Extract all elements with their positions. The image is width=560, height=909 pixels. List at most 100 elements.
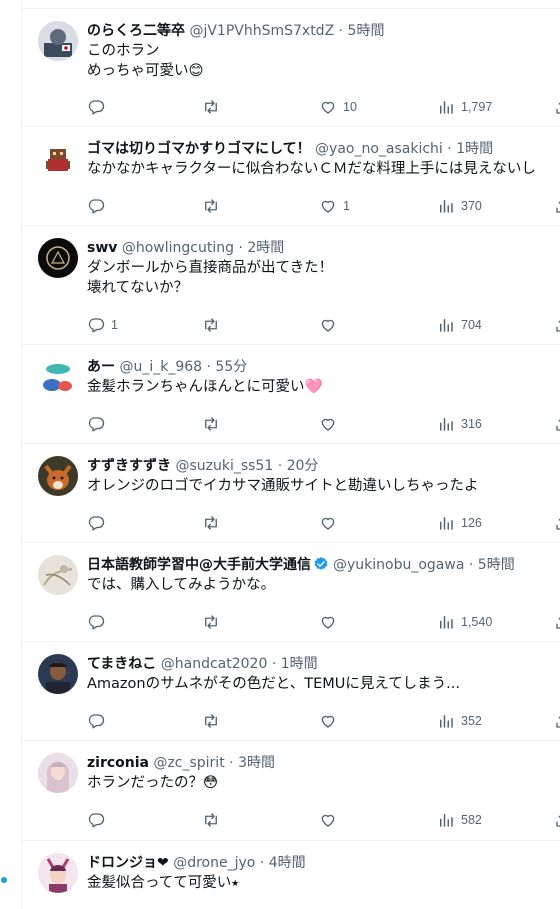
timestamp[interactable]: 20分 [287, 458, 319, 474]
tweet[interactable]: すずきすずき @suzuki_ss51 · 20分 オレンジのロゴでイカサマ通販… [22, 444, 560, 543]
views-button[interactable]: 582 [437, 810, 482, 830]
tweet[interactable]: ドロンジョ❤ @drone_jyo · 4時間 金髪似合ってて可愛い⭑ [22, 841, 560, 909]
user-handle[interactable]: @yukinobu_ogawa [333, 557, 464, 573]
display-name[interactable]: すずきすずき [87, 458, 171, 474]
avatar[interactable] [38, 238, 78, 278]
tweet[interactable]: あー @u_i_k_968 · 55分 金髪ホランちゃんほんとに可愛い🩷 316 [22, 345, 560, 444]
timestamp[interactable]: 5時間 [348, 23, 385, 39]
retweet-button[interactable] [202, 97, 226, 117]
reply-button[interactable]: 1 [87, 315, 118, 335]
retweet-icon [205, 615, 217, 629]
tweet[interactable]: ゴマは切りゴマかすりゴマにして！ @yao_no_asakichi · 1時間 … [22, 127, 560, 226]
share-button[interactable] [554, 810, 560, 830]
views-button[interactable]: 126 [437, 513, 482, 533]
share-button[interactable] [554, 711, 560, 731]
user-handle[interactable]: @yao_no_asakichi [315, 141, 443, 157]
avatar[interactable] [38, 555, 78, 595]
avatar[interactable] [38, 139, 78, 179]
reply-feed: のらくろ二等卒 @jV1PVhhSmS7xtdZ · 5時間 このホラン めっち… [22, 0, 560, 909]
views-button[interactable]: 1,540 [437, 612, 492, 632]
like-button[interactable] [319, 315, 343, 335]
display-name[interactable]: のらくろ二等卒 [87, 23, 185, 39]
views-button[interactable]: 352 [437, 711, 482, 731]
timestamp[interactable]: 3時間 [238, 755, 275, 771]
user-handle[interactable]: @howlingcuting [122, 240, 234, 256]
tweet[interactable]: てまきねこ @handcat2020 · 1時間 Amazonのサムネがその色だ… [22, 642, 560, 741]
retweet-button[interactable] [202, 414, 226, 434]
timestamp[interactable]: 5時間 [478, 557, 515, 573]
avatar[interactable] [38, 853, 78, 893]
reply-button[interactable] [87, 196, 111, 216]
user-handle[interactable]: @handcat2020 [161, 656, 268, 672]
user-handle[interactable]: @u_i_k_968 [119, 359, 202, 375]
views-button[interactable]: 370 [437, 196, 482, 216]
retweet-button[interactable] [202, 196, 226, 216]
avatar[interactable] [38, 357, 78, 397]
action-bar: 582 [87, 810, 560, 830]
views-button[interactable]: 1,797 [437, 97, 492, 117]
views-button[interactable]: 704 [437, 315, 482, 335]
retweet-button[interactable] [202, 810, 226, 830]
display-name[interactable]: zirconia [87, 755, 149, 771]
views-icon [440, 200, 453, 213]
reply-button[interactable] [87, 612, 111, 632]
retweet-button[interactable] [202, 612, 226, 632]
like-button[interactable] [319, 612, 343, 632]
share-button[interactable] [554, 315, 560, 335]
retweet-button[interactable] [202, 711, 226, 731]
display-name[interactable]: 日本語教師学習中@大手前大学通信 [87, 557, 311, 573]
reply-icon [88, 714, 105, 729]
share-button[interactable] [554, 97, 560, 117]
tweet[interactable]: zirconia @zc_spirit · 3時間 ホランだったの？😳 582 [22, 741, 560, 841]
avatar[interactable] [38, 21, 78, 61]
display-name[interactable]: swv [87, 240, 117, 256]
like-button[interactable] [319, 711, 343, 731]
tweet[interactable]: のらくろ二等卒 @jV1PVhhSmS7xtdZ · 5時間 このホラン めっち… [22, 9, 560, 127]
timestamp[interactable]: 4時間 [269, 855, 306, 871]
share-button[interactable] [554, 612, 560, 632]
like-button[interactable] [319, 414, 343, 434]
timestamp[interactable]: 2時間 [247, 240, 284, 256]
heart-icon [321, 814, 335, 827]
separator: · [234, 240, 248, 256]
like-button[interactable] [319, 513, 343, 533]
reply-button[interactable] [87, 414, 111, 434]
user-handle[interactable]: @suzuki_ss51 [175, 458, 273, 474]
reply-icon [88, 615, 105, 630]
display-name[interactable]: ドロンジョ❤ [87, 855, 169, 871]
timestamp[interactable]: 1時間 [456, 141, 493, 157]
views-button[interactable]: 316 [437, 414, 482, 434]
display-name[interactable]: ゴマは切りゴマかすりゴマにして！ [87, 141, 311, 157]
tweet-header: 日本語教師学習中@大手前大学通信 @yukinobu_ogawa · 5時間 [87, 555, 560, 575]
retweet-button[interactable] [202, 315, 226, 335]
tweet[interactable]: 日本語教師学習中@大手前大学通信 @yukinobu_ogawa · 5時間 では… [22, 543, 560, 642]
heart-icon [321, 200, 335, 213]
user-handle[interactable]: @jV1PVhhSmS7xtdZ [189, 23, 334, 39]
user-handle[interactable]: @zc_spirit [153, 755, 224, 771]
user-handle[interactable]: @drone_jyo [173, 855, 255, 871]
reply-button[interactable] [87, 810, 111, 830]
reply-button[interactable] [87, 97, 111, 117]
share-button[interactable] [554, 414, 560, 434]
share-button[interactable] [554, 196, 560, 216]
tweet-text: では、購入してみようかな。 [87, 577, 276, 593]
view-count: 704 [461, 318, 482, 332]
reply-button[interactable] [87, 513, 111, 533]
like-button[interactable]: 10 [319, 97, 357, 117]
display-name[interactable]: てまきねこ [87, 656, 156, 672]
reply-button[interactable] [87, 711, 111, 731]
tweet[interactable]: swv @howlingcuting · 2時間 ダンボールから直接商品が出てき… [22, 226, 560, 345]
avatar[interactable] [38, 654, 78, 694]
display-name[interactable]: あー [87, 359, 115, 375]
timestamp[interactable]: 1時間 [281, 656, 318, 672]
avatar[interactable] [38, 753, 78, 793]
timestamp[interactable]: 55分 [215, 359, 247, 375]
action-bar: 352 [87, 711, 560, 731]
view-count: 1,540 [461, 615, 493, 629]
avatar[interactable] [38, 456, 78, 496]
retweet-button[interactable] [202, 513, 226, 533]
share-icon [556, 102, 560, 114]
share-button[interactable] [554, 513, 560, 533]
like-button[interactable] [319, 810, 343, 830]
like-button[interactable]: 1 [319, 196, 350, 216]
